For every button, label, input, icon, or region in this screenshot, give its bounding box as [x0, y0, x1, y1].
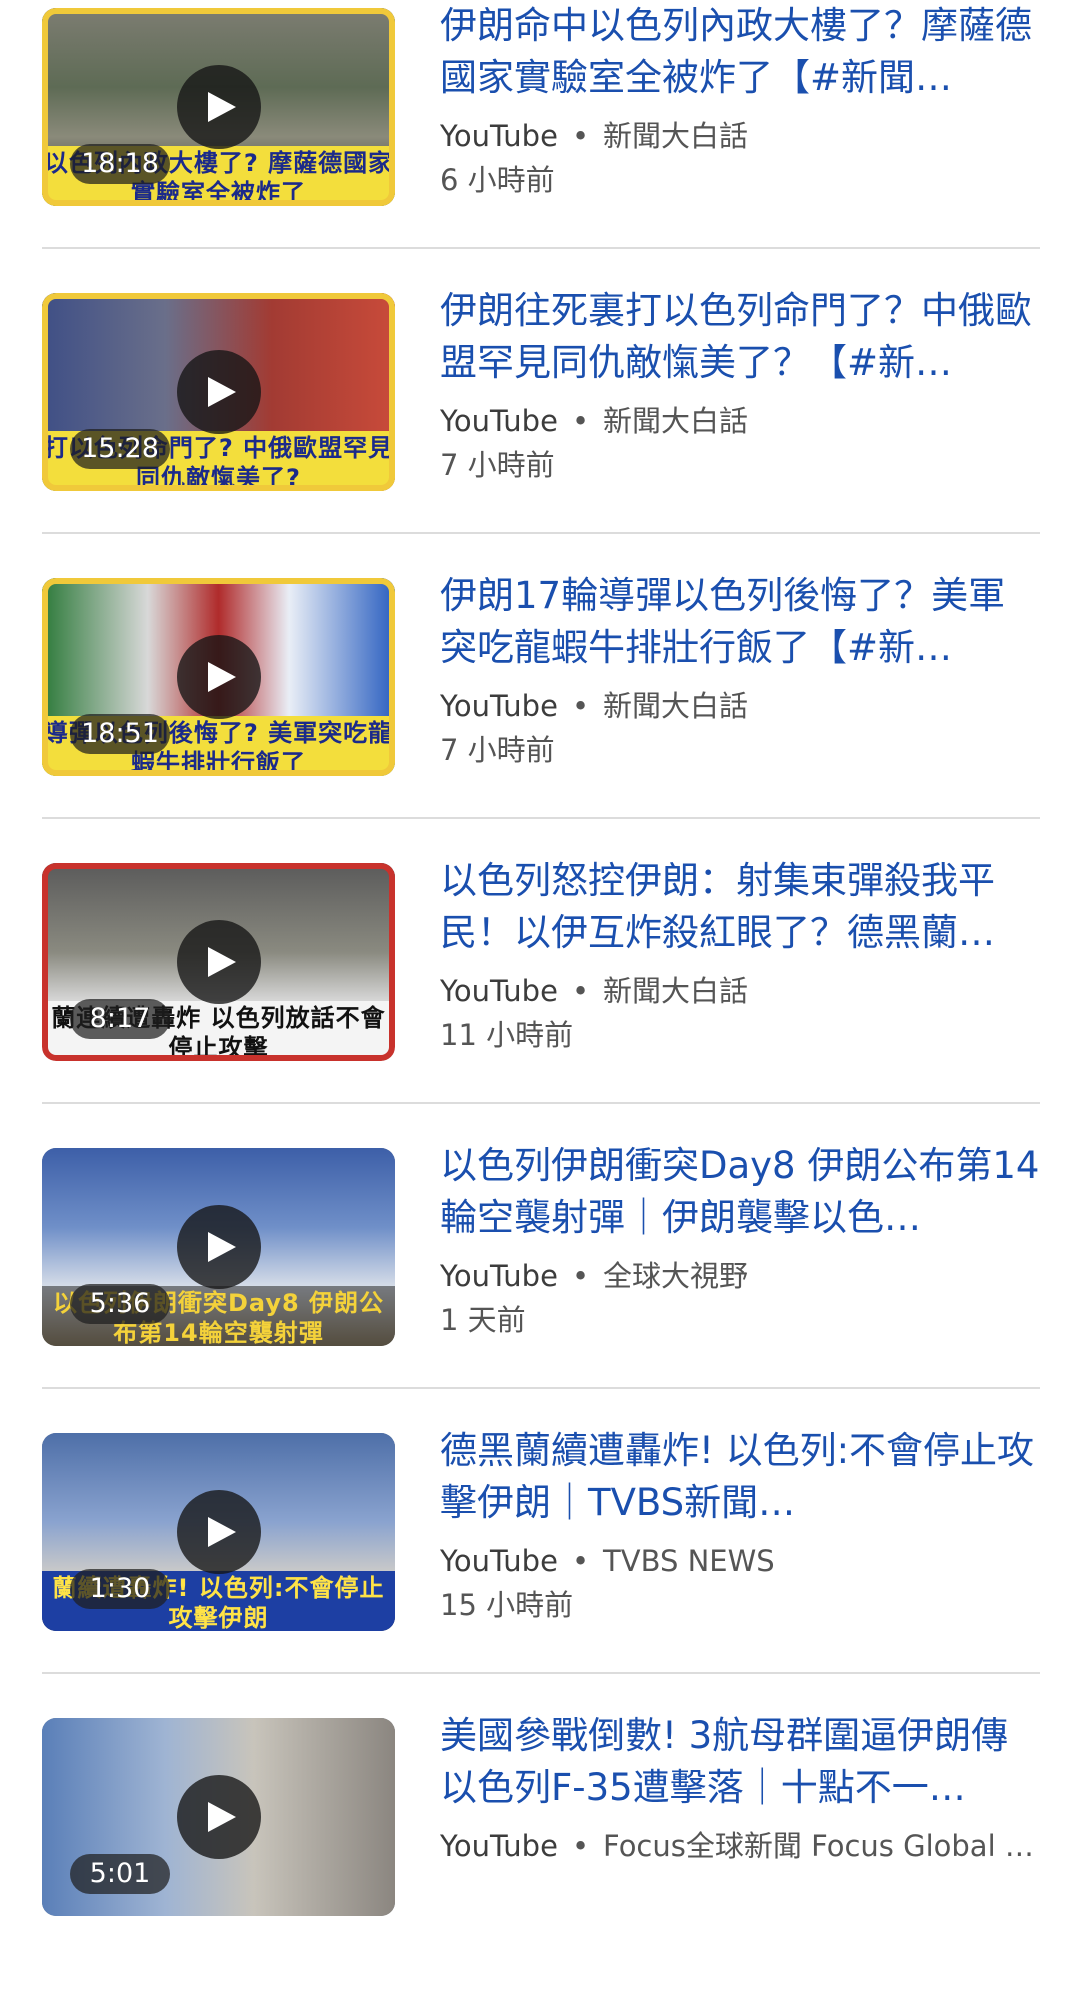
play-icon[interactable]	[176, 635, 261, 719]
channel-name: 新聞大白話	[603, 974, 749, 1008]
channel-name: 全球大視野	[603, 1259, 749, 1293]
divider	[42, 532, 1040, 534]
meta-separator: •	[571, 404, 590, 438]
play-icon[interactable]	[176, 920, 261, 1004]
source-label: YouTube	[440, 1544, 558, 1578]
channel-name: Focus全球新聞 Focus Global …	[603, 1829, 1034, 1863]
video-title-link[interactable]: 伊朗17輪導彈以色列後悔了？美軍突吃龍蝦牛排壯行飯了【#新…	[440, 570, 1040, 674]
video-thumbnail[interactable]: 蘭連續遭轟炸 以色列放話不會停止攻擊 8:17	[42, 863, 395, 1061]
video-meta: YouTube • 新聞大白話	[440, 401, 1040, 441]
divider	[42, 247, 1040, 249]
video-result[interactable]: 以色列內政大樓了? 摩薩德國家實驗室全被炸了 18:18 伊朗命中以色列內政大樓…	[0, 0, 1080, 285]
video-title-link[interactable]: 以色列伊朗衝突Day8 伊朗公布第14輪空襲射彈｜伊朗襲擊以色…	[440, 1140, 1040, 1244]
play-icon[interactable]	[176, 350, 261, 434]
video-title-link[interactable]: 德黑蘭續遭轟炸! 以色列:不會停止攻擊伊朗｜TVBS新聞…	[440, 1425, 1040, 1529]
video-title-link[interactable]: 美國參戰倒數! 3航母群圍逼伊朗傳以色列F-35遭擊落｜十點不一…	[440, 1710, 1040, 1814]
channel-name: TVBS NEWS	[603, 1544, 775, 1578]
video-meta: YouTube • 新聞大白話	[440, 686, 1040, 726]
meta-separator: •	[571, 1259, 590, 1293]
video-meta: YouTube • 全球大視野	[440, 1256, 1040, 1296]
video-duration: 18:51	[70, 714, 170, 754]
video-duration: 8:17	[70, 999, 170, 1039]
video-title-link[interactable]: 伊朗往死裏打以色列命門了？中俄歐盟罕見同仇敵愾美了？【#新…	[440, 285, 1040, 389]
video-meta: YouTube • TVBS NEWS	[440, 1541, 1040, 1581]
video-duration: 5:36	[70, 1284, 170, 1324]
published-time: 11 小時前	[440, 1018, 574, 1052]
video-result[interactable]: 蘭連續遭轟炸 以色列放話不會停止攻擊 8:17 以色列怒控伊朗：射集束彈殺我平民…	[0, 855, 1080, 1140]
video-result[interactable]: 導彈以色列後悔了? 美軍突吃龍蝦牛排壯行飯了 18:51 伊朗17輪導彈以色列後…	[0, 570, 1080, 855]
video-result[interactable]: 蘭續遭轟炸! 以色列:不會停止攻擊伊朗 1:30 德黑蘭續遭轟炸! 以色列:不會…	[0, 1425, 1080, 1710]
video-title-link[interactable]: 以色列怒控伊朗：射集束彈殺我平民！以伊互炸殺紅眼了？德黑蘭…	[440, 855, 1040, 959]
play-icon[interactable]	[176, 1205, 261, 1289]
video-meta: YouTube • 新聞大白話	[440, 116, 1040, 156]
meta-separator: •	[571, 974, 590, 1008]
play-icon[interactable]	[176, 65, 261, 149]
video-thumbnail[interactable]: 蘭續遭轟炸! 以色列:不會停止攻擊伊朗 1:30	[42, 1433, 395, 1631]
published-time: 7 小時前	[440, 448, 555, 482]
video-thumbnail[interactable]: 以色列伊朗衝突Day8 伊朗公布第14輪空襲射彈 5:36	[42, 1148, 395, 1346]
video-meta: YouTube • 新聞大白話	[440, 971, 1040, 1011]
divider	[42, 1102, 1040, 1104]
video-meta: YouTube • Focus全球新聞 Focus Global …	[440, 1826, 1040, 1866]
video-result[interactable]: 打以色列命門了? 中俄歐盟罕見同仇敵愾美了? 15:28 伊朗往死裏打以色列命門…	[0, 285, 1080, 570]
channel-name: 新聞大白話	[603, 404, 749, 438]
source-label: YouTube	[440, 974, 558, 1008]
video-title-link[interactable]: 伊朗命中以色列內政大樓了？摩薩德國家實驗室全被炸了【#新聞…	[440, 0, 1040, 104]
meta-separator: •	[571, 689, 590, 723]
published-time: 7 小時前	[440, 733, 555, 767]
published-time: 6 小時前	[440, 163, 555, 197]
meta-separator: •	[571, 119, 590, 153]
source-label: YouTube	[440, 404, 558, 438]
divider	[42, 817, 1040, 819]
divider	[42, 1672, 1040, 1674]
source-label: YouTube	[440, 1259, 558, 1293]
channel-name: 新聞大白話	[603, 119, 749, 153]
video-thumbnail[interactable]: 5:01	[42, 1718, 395, 1916]
video-thumbnail[interactable]: 打以色列命門了? 中俄歐盟罕見同仇敵愾美了? 15:28	[42, 293, 395, 491]
channel-name: 新聞大白話	[603, 689, 749, 723]
meta-separator: •	[571, 1544, 590, 1578]
video-duration: 1:30	[70, 1569, 170, 1609]
video-duration: 5:01	[70, 1854, 170, 1894]
play-icon[interactable]	[176, 1490, 261, 1574]
video-duration: 18:18	[70, 144, 170, 184]
published-time: 1 天前	[440, 1303, 526, 1337]
video-thumbnail[interactable]: 以色列內政大樓了? 摩薩德國家實驗室全被炸了 18:18	[42, 8, 395, 206]
published-time: 15 小時前	[440, 1588, 574, 1622]
play-icon[interactable]	[176, 1775, 261, 1859]
meta-separator: •	[571, 1829, 590, 1863]
video-result[interactable]: 以色列伊朗衝突Day8 伊朗公布第14輪空襲射彈 5:36 以色列伊朗衝突Day…	[0, 1140, 1080, 1425]
video-duration: 15:28	[70, 429, 170, 469]
divider	[42, 1387, 1040, 1389]
source-label: YouTube	[440, 119, 558, 153]
video-thumbnail[interactable]: 導彈以色列後悔了? 美軍突吃龍蝦牛排壯行飯了 18:51	[42, 578, 395, 776]
video-result[interactable]: 5:01 美國參戰倒數! 3航母群圍逼伊朗傳以色列F-35遭擊落｜十點不一… Y…	[0, 1710, 1080, 1995]
source-label: YouTube	[440, 689, 558, 723]
source-label: YouTube	[440, 1829, 558, 1863]
